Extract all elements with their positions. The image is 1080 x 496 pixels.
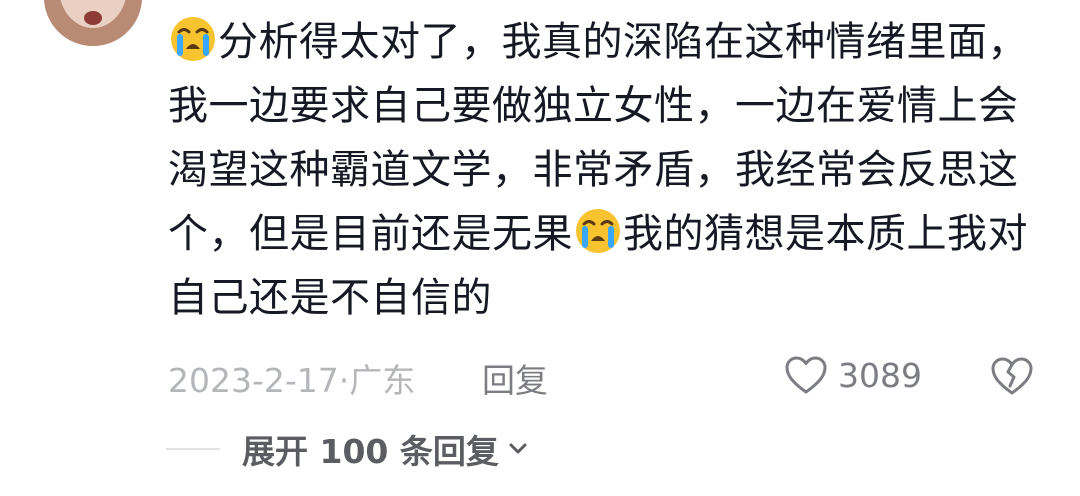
reply-button[interactable]: 回复 [482, 354, 548, 402]
like-count: 3089 [838, 355, 922, 395]
comment-line: 分析得太对了，我真的深陷在这种情绪里面， [168, 10, 1048, 74]
comment-line-text: 自己还是不自信的 [168, 275, 492, 321]
heart-outline-icon [785, 356, 827, 394]
user-avatar[interactable] [44, 0, 142, 46]
comment-meta: 2023-2-17·广东 回复 3089 [168, 350, 1048, 400]
expand-replies-label: 展开 100 条回复 [242, 432, 499, 471]
loudly-crying-face-icon [574, 207, 622, 255]
comment-line-text: 渴望这种霸道文学，非常矛盾，我经常会反思这 [168, 147, 1019, 193]
comment-line: 渴望这种霸道文学，非常矛盾，我经常会反思这 [168, 138, 1048, 202]
comment-item: 分析得太对了，我真的深陷在这种情绪里面， 我一边要求自己要做独立女性，一边在爱情… [0, 0, 1080, 496]
comment-line: 自己还是不自信的 [168, 266, 1048, 330]
dislike-button[interactable] [990, 353, 1034, 397]
comment-line-text-after: 我的猜想是本质上我对 [623, 211, 1028, 257]
comment-date-location: 2023-2-17·广东 [168, 361, 416, 400]
chevron-down-icon [509, 443, 527, 454]
comment-line-text: 我一边要求自己要做独立女性，一边在爱情上会 [168, 83, 1019, 129]
comment-line-text: 个，但是目前还是无果 [168, 211, 573, 257]
like-button[interactable]: 3089 [784, 350, 922, 400]
avatar-image [44, 0, 142, 46]
expand-replies-button[interactable]: 展开 100 条回复 [166, 424, 531, 474]
comment-line-text: 分析得太对了，我真的深陷在这种情绪里面， [218, 19, 1028, 65]
comment-line: 个，但是目前还是无果 我的猜想是本质上我对 [168, 202, 1048, 266]
comment-line: 我一边要求自己要做独立女性，一边在爱情上会 [168, 74, 1048, 138]
loudly-crying-face-icon [169, 15, 217, 63]
divider-line [166, 448, 220, 450]
broken-heart-icon [991, 357, 1033, 395]
comment-text: 分析得太对了，我真的深陷在这种情绪里面， 我一边要求自己要做独立女性，一边在爱情… [168, 10, 1048, 330]
